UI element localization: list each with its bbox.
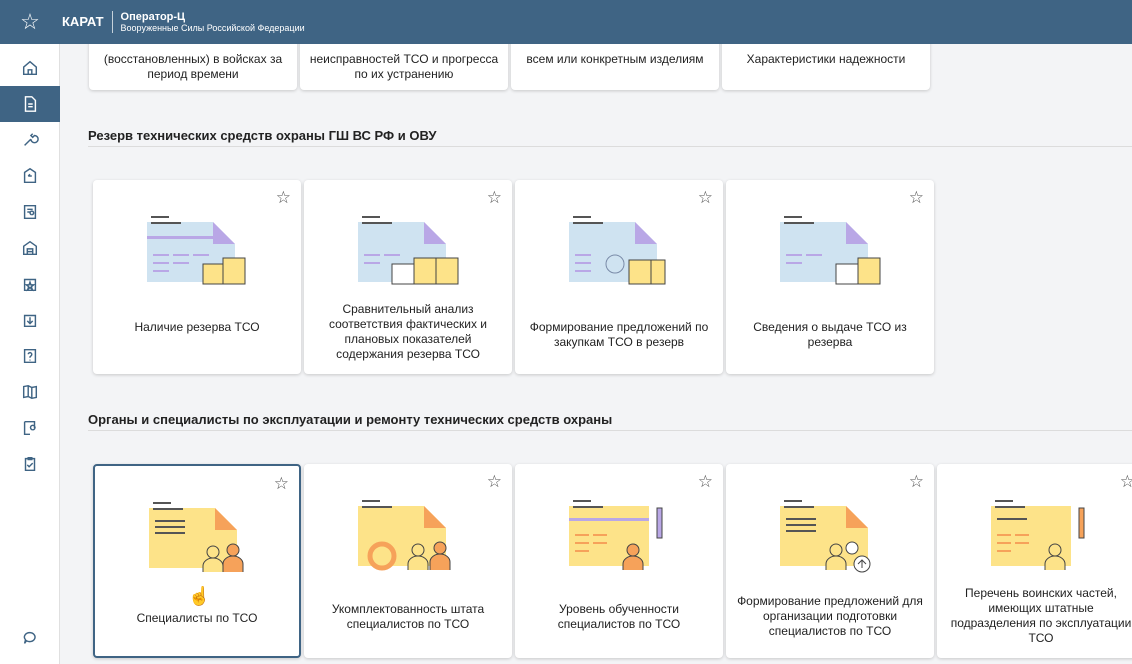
warehouse-icon[interactable]: [0, 230, 60, 266]
favorite-star-icon[interactable]: ☆: [698, 188, 713, 208]
favorite-star-icon[interactable]: ☆: [274, 474, 289, 494]
document-user-icon[interactable]: [0, 194, 60, 230]
report-illustration-icon: [569, 216, 666, 285]
section-title: Резерв технических средств охраны ГШ ВС …: [88, 128, 437, 143]
card-title: Характеристики надежности: [746, 52, 906, 66]
card-title: Специалисты по ТСО: [136, 611, 258, 625]
card-title: всем или конкретным изделиям: [526, 52, 704, 66]
report-card[interactable]: неисправностей ТСО и прогресса по их уст…: [300, 44, 508, 90]
card-title: неисправностей ТСО и прогресса по их уст…: [309, 52, 499, 81]
card-title: Формирование предложений для организации…: [737, 594, 923, 638]
app-subtitle: Вооруженные Силы Российской Федерации: [120, 22, 305, 33]
download-box-icon[interactable]: [0, 302, 60, 338]
report-illustration-icon: [147, 216, 246, 285]
reports-icon[interactable]: [0, 86, 60, 122]
star-box-icon[interactable]: [0, 266, 60, 302]
help-icon[interactable]: [0, 338, 60, 374]
report-illustration-icon: [780, 216, 881, 285]
card-title: (восстановленных) в войсках за период вр…: [103, 52, 283, 81]
report-illustration-icon: [991, 500, 1085, 570]
section-divider: [88, 146, 1132, 147]
main-content: (восстановленных) в войсках за период вр…: [60, 44, 1132, 664]
top-bar: ☆ КАРАТ Оператор-Ц Вооруженные Силы Росс…: [0, 0, 1132, 44]
report-card[interactable]: ☆ Наличие резерва ТСО: [93, 180, 301, 374]
card-title: Сравнительный анализ соответствия фактич…: [328, 302, 488, 361]
card-title: Наличие резерва ТСО: [134, 320, 260, 334]
section-title: Органы и специалисты по эксплуатации и р…: [88, 412, 613, 427]
chat-icon[interactable]: [0, 620, 60, 656]
report-illustration-icon: [358, 500, 451, 571]
card-title: Формирование предложений по закупкам ТСО…: [529, 320, 709, 349]
map-book-icon[interactable]: [0, 374, 60, 410]
report-card[interactable]: ☆ Сведения о выдаче ТСО из резерва: [726, 180, 934, 374]
report-card[interactable]: Характеристики надежности: [722, 44, 930, 90]
report-illustration-icon: [358, 216, 459, 285]
wrench-icon[interactable]: [0, 122, 60, 158]
report-card[interactable]: ☆ Укомплектованность штата специалистов …: [304, 464, 512, 658]
document-settings-icon[interactable]: [0, 410, 60, 446]
card-title: Перечень воинских частей, имеющих штатны…: [950, 586, 1132, 645]
report-card[interactable]: ☆ Сравнительный анализ соответствия факт…: [304, 180, 512, 374]
section-divider: [88, 430, 1132, 431]
app-title: Оператор-Ц Вооруженные Силы Российской Ф…: [121, 11, 305, 34]
card-title: Сведения о выдаче ТСО из резерва: [753, 320, 907, 349]
card-title: Укомплектованность штата специалистов по…: [331, 602, 485, 631]
card-title: Уровень обученности специалистов по ТСО: [557, 602, 681, 631]
report-card[interactable]: ☆ Формирование предложений для организац…: [726, 464, 934, 658]
favorite-star-icon[interactable]: ☆: [909, 472, 924, 492]
report-card[interactable]: (восстановленных) в войсках за период вр…: [89, 44, 297, 90]
favorite-star-icon[interactable]: ☆: [1120, 472, 1132, 492]
favorite-star-icon[interactable]: ☆: [487, 188, 502, 208]
report-illustration-icon: [780, 500, 871, 573]
report-card[interactable]: ☆ Специалисты по ТСО: [93, 464, 301, 658]
report-card[interactable]: ☆ Перечень воинских частей, имеющих штат…: [937, 464, 1132, 658]
favorite-star-icon[interactable]: ☆: [487, 472, 502, 492]
favorite-star-icon[interactable]: ☆: [698, 472, 713, 492]
return-icon[interactable]: [0, 158, 60, 194]
clipboard-check-icon[interactable]: [0, 446, 60, 482]
favorite-star-icon[interactable]: ☆: [909, 188, 924, 208]
report-card[interactable]: ☆ Уровень обученности специалистов по ТС…: [515, 464, 723, 658]
favorite-star-icon[interactable]: ☆: [276, 188, 291, 208]
report-illustration-icon: [569, 500, 663, 570]
home-icon[interactable]: [0, 50, 60, 86]
report-card[interactable]: ☆ Формирование предложений по закупкам Т…: [515, 180, 723, 374]
report-illustration-icon: [149, 502, 244, 572]
sidebar: [0, 44, 60, 664]
brand-logo[interactable]: КАРАТ: [62, 11, 113, 33]
pointer-cursor-icon: ☝: [188, 586, 211, 606]
report-card[interactable]: всем или конкретным изделиям: [511, 44, 719, 90]
favorites-star-icon[interactable]: ☆: [0, 0, 60, 44]
app-name: Оператор-Ц: [120, 10, 186, 23]
